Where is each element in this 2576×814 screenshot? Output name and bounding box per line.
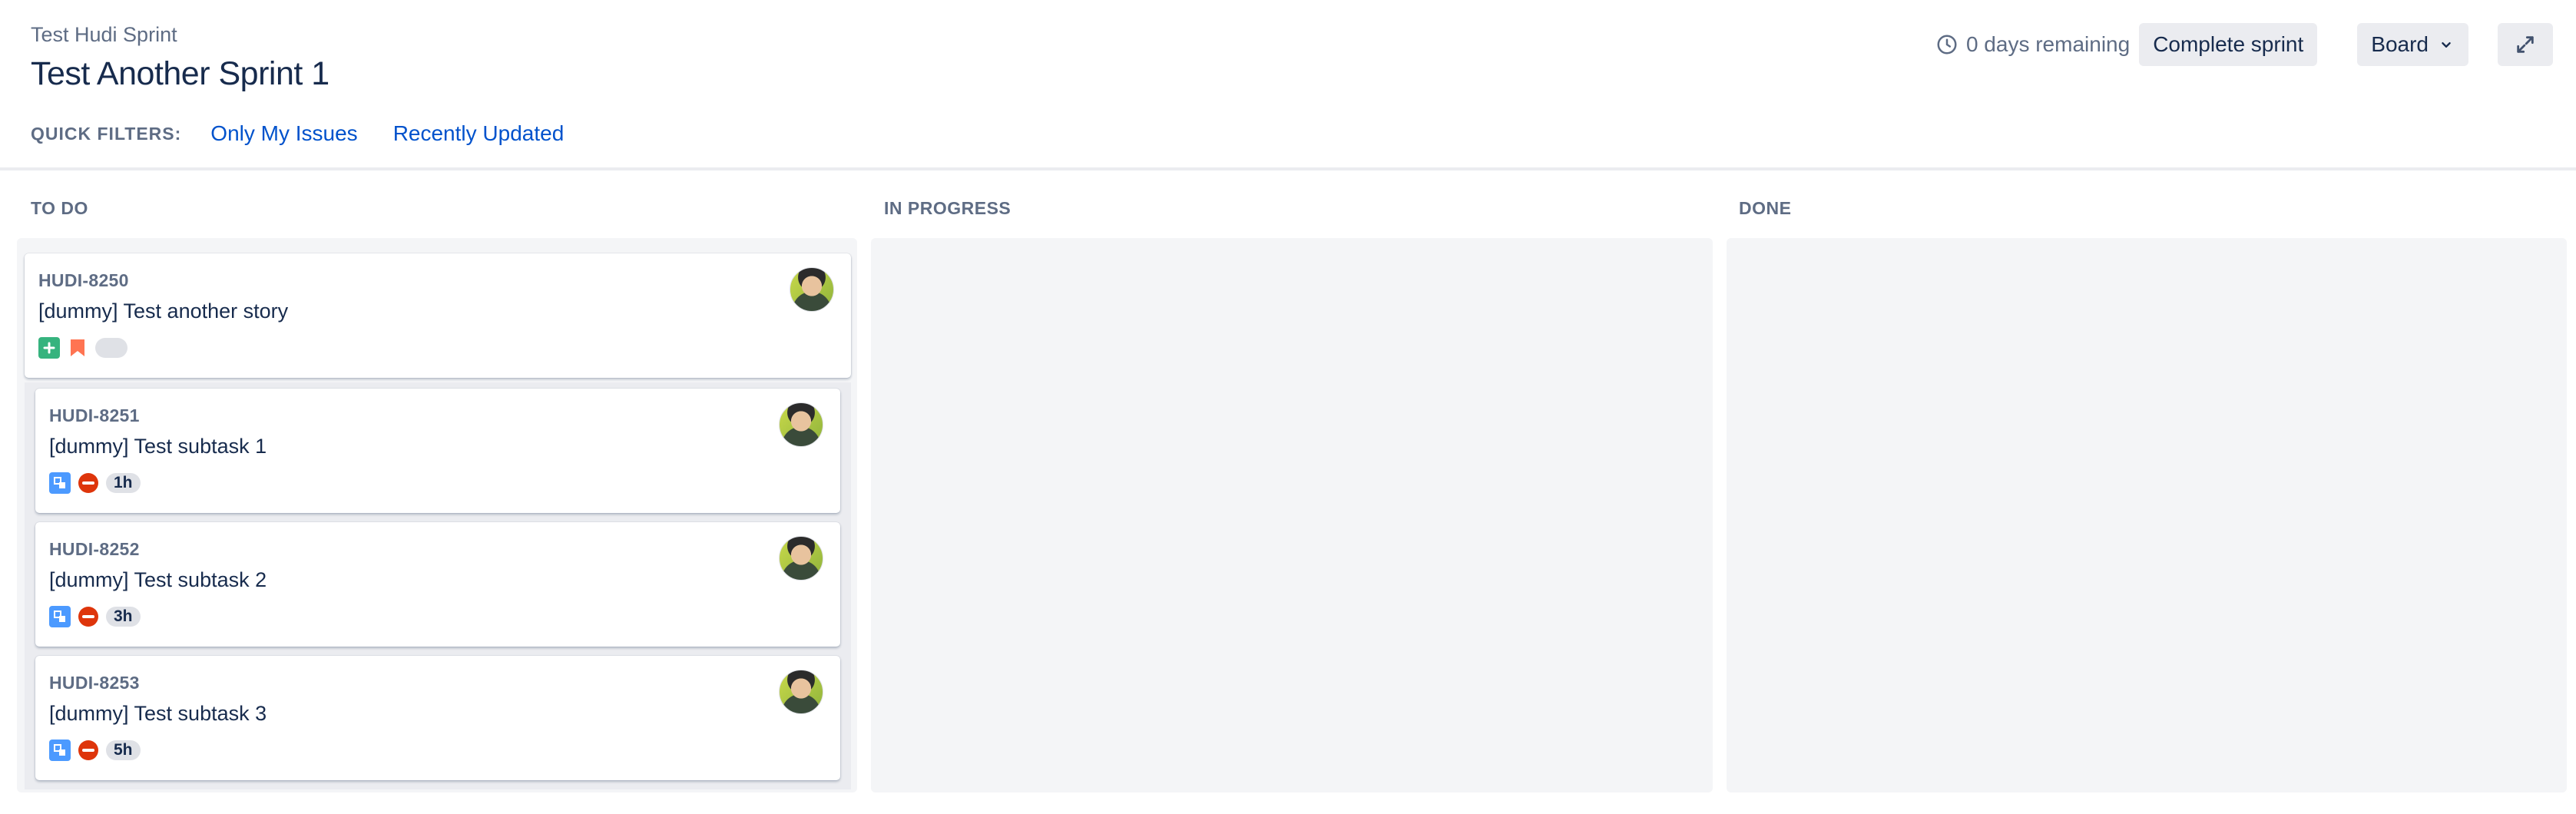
estimate-badge: 1h bbox=[106, 473, 141, 493]
subtask-summary: [dummy] Test subtask 2 bbox=[49, 568, 267, 591]
story-icon bbox=[38, 337, 60, 359]
issue-key[interactable]: HUDI-8250 bbox=[38, 270, 129, 291]
subtask-icon bbox=[49, 472, 71, 494]
column-header-done: DONE bbox=[1739, 198, 1792, 218]
subtask-card[interactable]: HUDI-8251 [dummy] Test subtask 1 1h bbox=[35, 389, 840, 513]
header-actions: 0 days remaining Complete sprint Board bbox=[1935, 23, 2553, 66]
project-name[interactable]: Test Hudi Sprint bbox=[31, 23, 177, 47]
column-header-in-progress: IN PROGRESS bbox=[884, 198, 1012, 218]
subtask-footer: 1h bbox=[49, 472, 141, 495]
sprint-title: Test Another Sprint 1 bbox=[31, 55, 329, 92]
subtask-key[interactable]: HUDI-8253 bbox=[49, 673, 140, 693]
complete-sprint-button[interactable]: Complete sprint bbox=[2139, 23, 2318, 66]
column-done[interactable] bbox=[1727, 238, 2567, 792]
subtask-key[interactable]: HUDI-8252 bbox=[49, 539, 140, 560]
assignee-avatar[interactable] bbox=[779, 536, 823, 581]
fullscreen-button[interactable] bbox=[2498, 23, 2553, 66]
remaining-text: 0 days remaining bbox=[1965, 32, 2131, 56]
subtask-summary: [dummy] Test subtask 3 bbox=[49, 702, 267, 725]
priority-high-icon bbox=[71, 339, 84, 356]
issue-card-parent[interactable]: HUDI-8250 [dummy] Test another story bbox=[25, 253, 851, 378]
subtask-list: HUDI-8251 [dummy] Test subtask 1 1h HUDI… bbox=[25, 382, 851, 789]
sprint-remaining: 0 days remaining bbox=[1935, 32, 2130, 57]
column-todo[interactable]: HUDI-8250 [dummy] Test another story HUD… bbox=[17, 238, 857, 792]
quick-filters-label: QUICK FILTERS: bbox=[31, 123, 182, 144]
blocker-icon bbox=[78, 607, 98, 627]
assignee-avatar[interactable] bbox=[790, 267, 834, 312]
estimate-badge: 3h bbox=[106, 607, 141, 627]
issue-footer bbox=[38, 336, 127, 359]
board-header: Test Hudi Sprint Test Another Sprint 1 0… bbox=[0, 0, 2576, 170]
estimate-badge: 5h bbox=[106, 740, 141, 760]
board-menu-label: Board bbox=[2371, 32, 2429, 56]
subtask-icon bbox=[49, 740, 71, 761]
blocker-icon bbox=[78, 740, 98, 760]
filter-only-my-issues[interactable]: Only My Issues bbox=[210, 121, 357, 146]
expand-icon bbox=[2517, 36, 2534, 53]
subtask-footer: 5h bbox=[49, 739, 141, 762]
subtask-card[interactable]: HUDI-8252 [dummy] Test subtask 2 3h bbox=[35, 522, 840, 647]
chevron-down-icon bbox=[2442, 41, 2451, 48]
filter-recently-updated[interactable]: Recently Updated bbox=[393, 121, 565, 146]
subtask-summary: [dummy] Test subtask 1 bbox=[49, 435, 267, 458]
assignee-avatar[interactable] bbox=[779, 402, 823, 447]
sprint-board-page: Test Hudi Sprint Test Another Sprint 1 0… bbox=[0, 0, 2576, 814]
blocker-icon bbox=[78, 473, 98, 493]
subtask-icon bbox=[49, 606, 71, 627]
estimate-badge bbox=[95, 338, 127, 358]
column-in-progress[interactable] bbox=[871, 238, 1713, 792]
quick-filters: QUICK FILTERS: Only My Issues Recently U… bbox=[31, 121, 599, 146]
issue-summary: [dummy] Test another story bbox=[38, 299, 289, 323]
subtask-card[interactable]: HUDI-8253 [dummy] Test subtask 3 5h bbox=[35, 656, 840, 780]
subtask-footer: 3h bbox=[49, 605, 141, 628]
assignee-avatar[interactable] bbox=[779, 670, 823, 714]
clock-icon bbox=[1937, 35, 1957, 55]
board-menu-button[interactable]: Board bbox=[2357, 23, 2468, 66]
column-header-todo: TO DO bbox=[31, 198, 88, 218]
subtask-key[interactable]: HUDI-8251 bbox=[49, 405, 140, 426]
